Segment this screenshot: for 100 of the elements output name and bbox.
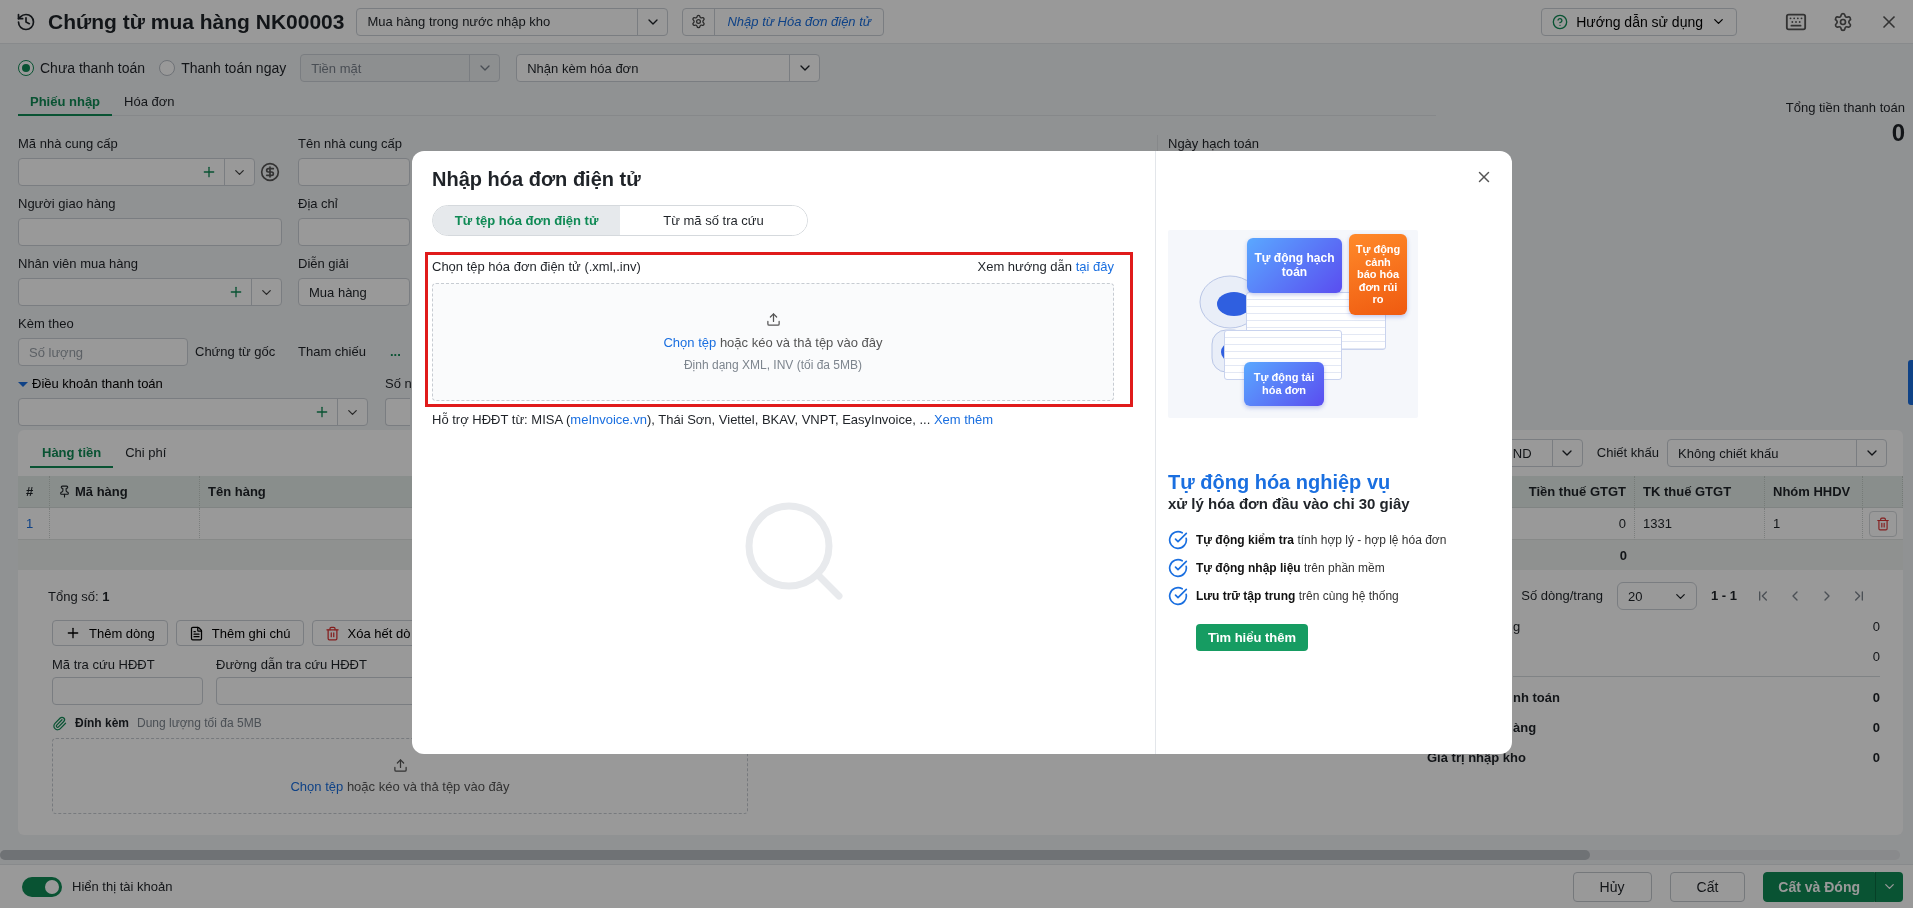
dollar-icon[interactable] [260, 162, 280, 182]
column-header: # [18, 476, 50, 508]
learn-more-button[interactable]: Tìm hiểu thêm [1196, 624, 1308, 651]
support-text: Hỗ trợ HĐĐT từ: MISA (meInvoice.vn), Thái Sơn, Viettel, BKAV, VNPT, EasyInvoice, ... Xem thêm [432, 411, 995, 429]
action-button[interactable]: Thêm dòng [52, 620, 168, 646]
delete-row-button[interactable] [1869, 510, 1897, 537]
total-payment-label: Tổng tiền thanh toán [1785, 100, 1905, 115]
page-size-select[interactable]: 20 [1617, 582, 1697, 610]
supplier-name-field[interactable] [298, 158, 410, 186]
horizontal-scrollbar[interactable] [0, 850, 1900, 860]
history-icon[interactable] [16, 11, 36, 32]
column-header: TK thuế GTGT [1635, 476, 1765, 508]
unit-label: Chứng từ gốc [195, 343, 277, 361]
summary-value: 0 [1872, 719, 1880, 735]
promo-card: Tự động tải hóa đơn [1244, 362, 1324, 406]
invoice-option-select[interactable]: Nhận kèm hóa đơn [516, 54, 821, 82]
choose-file-link[interactable]: Chọn tệp [663, 335, 717, 350]
document-icon [188, 625, 204, 641]
row-count: Tổng số: 1 [48, 588, 110, 604]
save-options-button[interactable] [1875, 871, 1903, 902]
lookup-code-field[interactable] [52, 677, 203, 705]
field-label: Đường dẫn tra cứu HĐĐT [216, 656, 367, 674]
description-field[interactable]: Mua hàng [298, 278, 410, 306]
promo-card: Tự động hạch toán [1247, 238, 1342, 293]
action-button[interactable]: Thêm ghi chú [175, 620, 304, 646]
save-close-button[interactable]: Cất và Đóng [1763, 871, 1875, 902]
page-size-label: Số dòng/trang [1521, 587, 1603, 605]
import-einvoice-link[interactable]: Nhập từ Hóa đơn điện tử [715, 14, 884, 29]
reference-link[interactable]: ... [390, 338, 401, 366]
dialog-title: Nhập hóa đơn điện tử [432, 167, 641, 192]
tab[interactable]: Hàng tiền [30, 439, 114, 468]
promo-card: Tự động cảnh báo hóa đơn rủi ro [1349, 234, 1407, 315]
total-payment-value: 0 [1891, 119, 1905, 147]
guide-link[interactable]: tại đây [1075, 259, 1114, 274]
help-button[interactable]: Hướng dẫn sử dụng [1541, 7, 1737, 36]
summary-value: 0 [1872, 618, 1880, 634]
summary-label: g [1513, 618, 1521, 634]
gear-icon [691, 14, 707, 29]
plus-icon [228, 284, 244, 300]
field-label: Tên nhà cung cấp [298, 135, 403, 153]
discount-select[interactable]: Không chiết khấu [1667, 439, 1887, 467]
plus-icon [65, 625, 81, 641]
check-icon [1168, 530, 1188, 550]
attachment-label: Đính kèm [75, 716, 129, 730]
plus-icon [314, 404, 330, 420]
page-title: Chứng từ mua hàng NK00003 [48, 9, 345, 34]
footer-button[interactable]: Cất [1669, 871, 1746, 902]
voucher-type-select[interactable]: Mua hàng trong nước nhập kho [356, 7, 669, 36]
discount-label: Chiết khấu [1596, 444, 1659, 462]
dropzone-text: Chọn tệp hoặc kéo và thả tệp vào đây [290, 779, 510, 794]
quantity-field[interactable]: Số lượng [18, 338, 188, 366]
tab[interactable]: Chi phí [113, 439, 179, 468]
field-label: Nhân viên mua hàng [18, 255, 138, 273]
field-label: Người giao hàng [18, 195, 116, 213]
input-field[interactable] [385, 398, 410, 426]
dropzone-hint: Định dạng XML, INV (tối đa 5MB) [683, 358, 863, 372]
column-header: Nhóm HHDV [1765, 476, 1863, 508]
field-label: Số n [385, 375, 412, 393]
column-header-text: Mã hàng [75, 484, 128, 499]
choose-file-link[interactable]: Chọn tệp [290, 779, 344, 794]
payment-radio[interactable]: Thanh toán ngay [159, 60, 287, 76]
supplier-code-field[interactable] [18, 158, 255, 186]
switch-label: Hiển thị tài khoản [72, 877, 173, 896]
field-label: Tham chiếu [298, 343, 367, 361]
attachment-dropzone[interactable]: Chọn tệp hoặc kéo và thả tệp vào đây [52, 738, 748, 814]
column-header [1863, 476, 1903, 508]
footer-button[interactable]: Hủy [1572, 871, 1652, 902]
payment-terms-field[interactable] [18, 398, 368, 426]
field-label: Mã nhà cung cấp [18, 135, 118, 153]
summary-label: àng [1513, 719, 1537, 735]
scrollbar-thumb[interactable] [0, 850, 1590, 860]
feature-text: Tự động kiểm tra tính hợp lý - hợp lệ hóa đơn [1196, 533, 1447, 547]
field-label: Mã tra cứu HĐĐT [52, 656, 155, 674]
field-label: Ngày hạch toán [1168, 135, 1260, 153]
attachment-hint: Dung lượng tối đa 5MB [137, 716, 262, 730]
mode-tab[interactable]: Từ tệp hóa đơn điện tử [433, 206, 620, 235]
trash-icon [1876, 516, 1890, 531]
summary-value: 0 [1872, 749, 1880, 765]
tab[interactable]: Hóa đơn [112, 88, 187, 116]
payment-radio[interactable]: Chưa thanh toán [18, 60, 146, 76]
column-header[interactable]: Mã hàng [50, 476, 200, 508]
plus-icon [201, 164, 217, 180]
address-field[interactable] [298, 218, 410, 246]
check-icon [1168, 558, 1188, 578]
feature-text: Lưu trữ tập trung trên cùng hệ thống [1196, 589, 1399, 603]
more-link[interactable]: Xem thêm [933, 412, 994, 427]
summary-value: 0 [1872, 689, 1880, 705]
buyer-field[interactable] [18, 278, 282, 306]
check-icon [1168, 586, 1188, 606]
summary-value: 0 [1872, 648, 1880, 664]
side-panel-handle[interactable] [1908, 360, 1913, 405]
show-accounts-switch[interactable] [22, 876, 62, 897]
trash-icon [324, 625, 340, 641]
file-dropzone[interactable]: Chọn tệp hoặc kéo và thả tệp vào đây Định dạng XML, INV (tối đa 5MB) [432, 283, 1114, 401]
file-label: Chọn tệp hóa đơn điện tử (.xml,.inv) [432, 259, 641, 275]
page-range: 1 - 1 [1711, 587, 1737, 605]
payment-terms-toggle[interactable]: Điều khoản thanh toán [18, 373, 385, 395]
provider-link[interactable]: meInvoice.vn [570, 412, 647, 427]
deliverer-field[interactable] [18, 218, 282, 246]
settings-icon[interactable] [1833, 11, 1853, 32]
